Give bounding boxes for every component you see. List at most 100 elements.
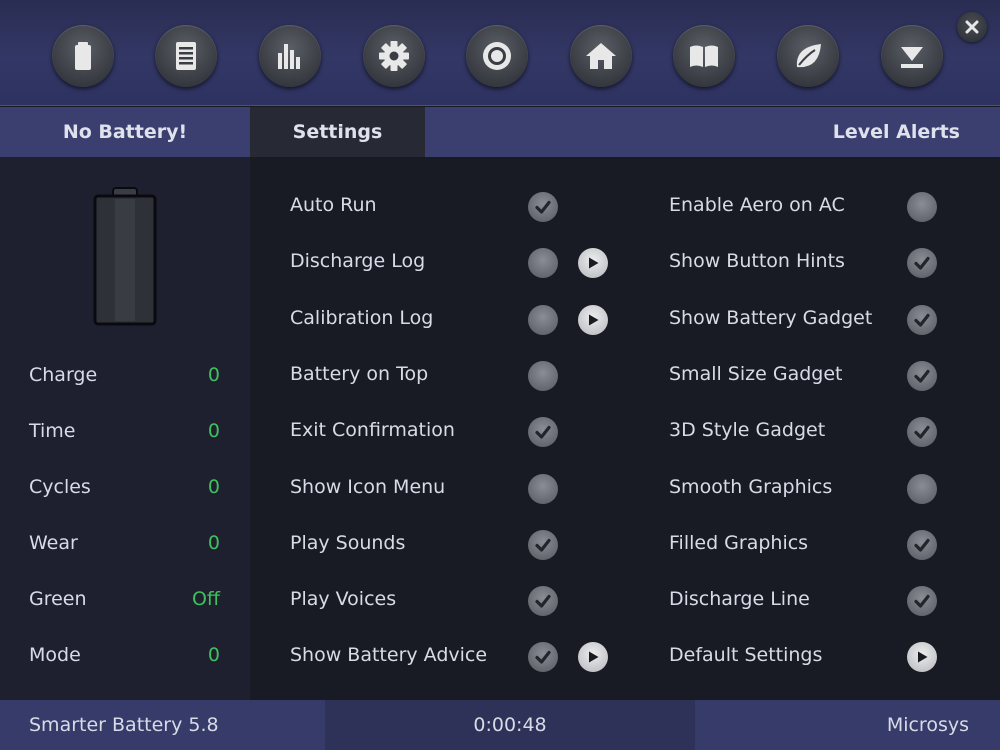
open-default-settings-button[interactable]	[907, 642, 937, 673]
setting-label: Small Size Gadget	[669, 362, 843, 385]
stat-value: 0	[207, 364, 220, 386]
checkmark-icon	[914, 538, 930, 552]
stat-value: Off	[191, 588, 220, 610]
checkmark-icon	[535, 538, 551, 552]
leaf-icon	[796, 44, 821, 68]
setting-label: Play Voices	[290, 588, 397, 611]
close-icon	[965, 20, 979, 34]
setting-row-show-icon-menu: Show Icon Menu	[290, 473, 630, 504]
stat-value: 0	[207, 476, 220, 498]
toggle-battery-on-top[interactable]	[528, 360, 558, 391]
setting-row-default-settings: Default Settings	[669, 642, 1000, 673]
toggle-play-voices[interactable]	[528, 586, 558, 617]
toggle-show-icon-menu[interactable]	[528, 473, 558, 504]
checkmark-icon	[535, 594, 551, 608]
log-button[interactable]	[155, 25, 217, 87]
open-discharge-log-button[interactable]	[578, 248, 608, 279]
close-button[interactable]	[957, 12, 987, 42]
setting-label: Smooth Graphics	[669, 475, 833, 498]
minimize-button[interactable]	[881, 25, 943, 87]
stat-cycles: Cycles 0	[29, 476, 220, 502]
stat-label: Wear	[29, 532, 78, 554]
setting-label: Show Battery Gadget	[669, 306, 873, 329]
checkmark-icon	[914, 257, 930, 270]
setting-label: Discharge Line	[669, 588, 810, 611]
toggle-3d-style-gadget[interactable]	[907, 417, 937, 448]
book-icon	[690, 45, 718, 67]
setting-row-discharge-log: Discharge Log	[290, 248, 630, 279]
app-version: Smarter Battery 5.8	[29, 714, 219, 736]
setting-label: Default Settings	[669, 644, 823, 667]
toggle-calibration-log[interactable]	[528, 304, 558, 335]
setting-label: Exit Confirmation	[290, 419, 455, 442]
toggle-show-button-hints[interactable]	[907, 248, 937, 279]
target-icon	[483, 42, 511, 70]
company-link[interactable]: Microsys	[887, 700, 969, 750]
home-button[interactable]	[570, 25, 632, 87]
document-icon	[176, 42, 196, 70]
stat-label: Mode	[29, 644, 81, 666]
play-icon	[918, 651, 928, 663]
stat-value: 0	[207, 532, 220, 554]
tab-settings[interactable]: Settings	[250, 107, 425, 157]
stat-green: Green Off	[29, 588, 220, 614]
toggle-play-sounds[interactable]	[528, 529, 558, 560]
toggle-show-battery-gadget[interactable]	[907, 304, 937, 335]
help-button[interactable]	[673, 25, 735, 87]
open-calibration-log-button[interactable]	[578, 304, 608, 335]
setting-row-3d-style-gadget: 3D Style Gadget	[669, 417, 1000, 448]
toggle-small-size-gadget[interactable]	[907, 360, 937, 391]
statistics-button[interactable]	[259, 25, 321, 87]
setting-row-battery-on-top: Battery on Top	[290, 360, 630, 391]
checkmark-icon	[535, 426, 551, 439]
battery-gauge-icon	[93, 187, 157, 326]
setting-label: Show Icon Menu	[290, 475, 446, 498]
tab-battery[interactable]: No Battery!	[0, 107, 250, 157]
bar-chart-icon	[278, 44, 300, 69]
toggle-enable-aero-on-ac[interactable]	[907, 192, 937, 222]
play-icon	[589, 651, 599, 663]
alerts-button[interactable]	[466, 25, 528, 87]
status-bar: Smarter Battery 5.8 0:00:48 Microsys	[0, 700, 1000, 750]
stat-value: 0	[207, 420, 220, 442]
toggle-discharge-line[interactable]	[907, 586, 937, 617]
stat-label: Time	[29, 420, 76, 442]
setting-label: Play Sounds	[290, 531, 406, 554]
play-icon	[589, 314, 599, 326]
toggle-discharge-log[interactable]	[528, 248, 558, 279]
setting-label: Battery on Top	[290, 362, 429, 385]
toggle-show-battery-advice[interactable]	[528, 642, 558, 673]
checkmark-icon	[914, 369, 930, 383]
setting-row-exit-confirmation: Exit Confirmation	[290, 417, 630, 448]
toggle-smooth-graphics[interactable]	[907, 473, 937, 504]
setting-row-calibration-log: Calibration Log	[290, 304, 630, 335]
stat-label: Green	[29, 588, 87, 610]
tab-bar: No Battery! Settings Level Alerts	[0, 107, 1000, 157]
settings-button[interactable]	[363, 25, 425, 87]
toolbar	[0, 0, 1000, 106]
tab-level-alerts[interactable]: Level Alerts	[833, 107, 960, 157]
toggle-filled-graphics[interactable]	[907, 529, 937, 560]
open-show-battery-advice-button[interactable]	[578, 642, 608, 673]
green-mode-button[interactable]	[777, 25, 839, 87]
setting-row-show-button-hints: Show Button Hints	[669, 248, 1000, 279]
setting-label: Auto Run	[290, 194, 377, 216]
setting-row-filled-graphics: Filled Graphics	[669, 529, 1000, 560]
checkmark-icon	[535, 200, 551, 214]
setting-row-enable-aero-on-ac: Enable Aero on AC	[669, 192, 1000, 222]
setting-row-show-battery-gadget: Show Battery Gadget	[669, 304, 1000, 335]
toggle-auto-run[interactable]	[528, 192, 558, 222]
battery-button[interactable]	[52, 25, 114, 87]
stat-value: 0	[207, 644, 220, 666]
battery-icon	[75, 42, 91, 70]
stat-label: Cycles	[29, 476, 91, 498]
battery-info-panel: Charge 0 Time 0 Cycles 0 Wear 0 Green Of…	[0, 157, 250, 700]
setting-label: Enable Aero on AC	[669, 194, 845, 216]
toggle-exit-confirmation[interactable]	[528, 417, 558, 448]
elapsed-time: 0:00:48	[325, 700, 695, 750]
home-icon	[586, 43, 616, 69]
settings-panel: Auto Run Discharge Log Calibration Log Batt…	[250, 157, 1000, 700]
checkmark-icon	[535, 651, 551, 664]
play-icon	[589, 257, 599, 269]
setting-row-smooth-graphics: Smooth Graphics	[669, 473, 1000, 504]
